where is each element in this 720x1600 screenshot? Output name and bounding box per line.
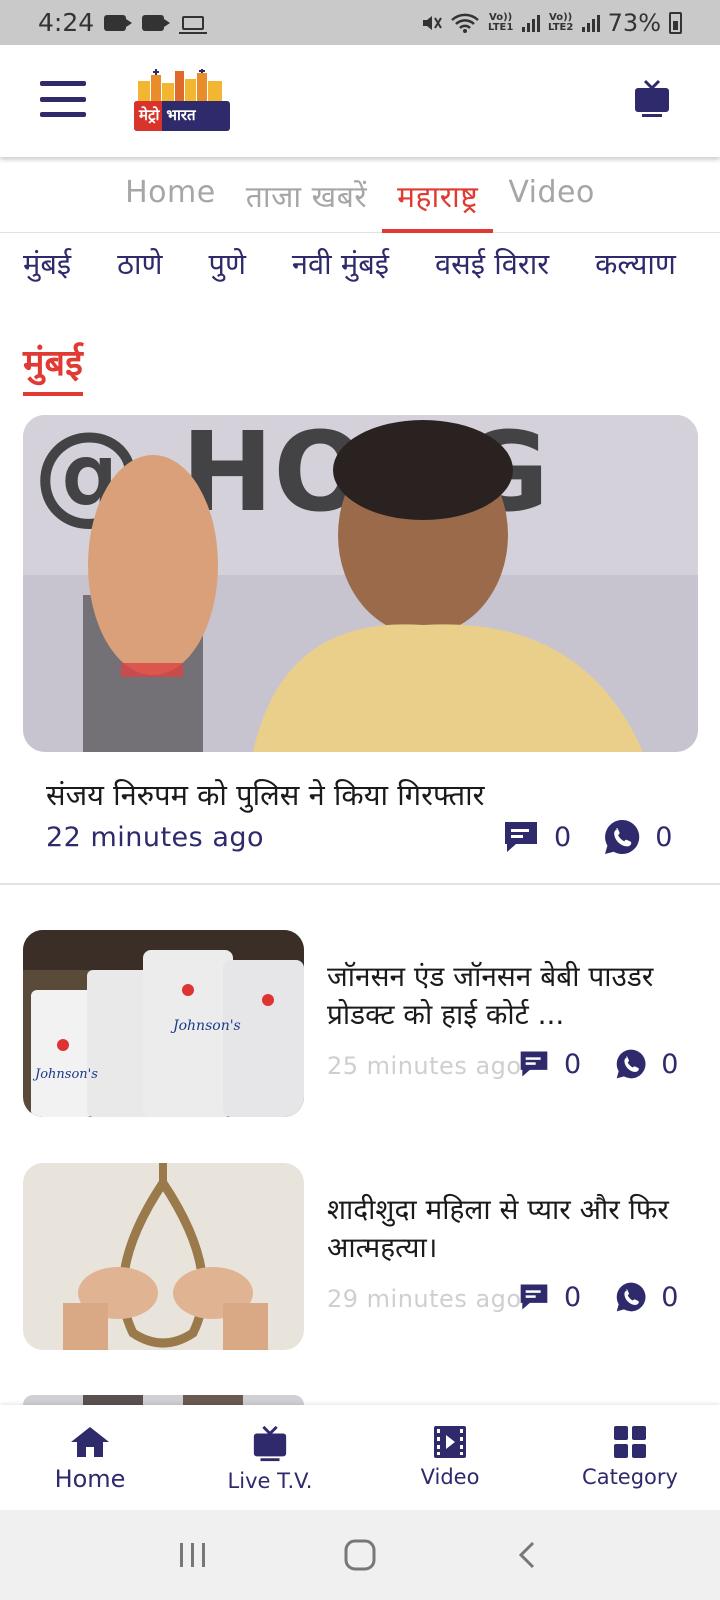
video-camera-icon-2: [142, 14, 171, 31]
section-divider: [0, 883, 720, 885]
nav-video-label: Video: [420, 1465, 480, 1489]
featured-share-count: 0: [655, 821, 673, 853]
article-2-time: 29 minutes ago: [327, 1285, 522, 1313]
status-bar: 4:24 Vo)) LTE1 Vo)) LTE2 73%: [0, 0, 720, 45]
featured-article-time: 22 minutes ago: [46, 822, 265, 853]
nav-home[interactable]: Home: [0, 1405, 180, 1510]
article-2-comment-count: 0: [564, 1281, 582, 1313]
logo-text-bharat: भारत: [166, 106, 196, 124]
article-1-comments[interactable]: 0: [518, 1049, 581, 1080]
article-2-title[interactable]: शादीशुदा महिला से प्यार और फिर आत्महत्या…: [327, 1191, 682, 1267]
section-title: मुंबई: [23, 337, 83, 396]
city-subtabs: मुंबई ठाणे पुणे नवी मुंबई वसई विरार कल्य…: [23, 244, 720, 284]
featured-article-image[interactable]: @ HONG: [23, 415, 698, 752]
article-1-time: 25 minutes ago: [327, 1052, 522, 1080]
tab-maharashtra[interactable]: महाराष्ट्र: [382, 157, 494, 233]
nav-category[interactable]: Category: [540, 1405, 720, 1510]
subtab-kalyan[interactable]: कल्याण: [595, 244, 676, 284]
app-logo[interactable]: मेट्रो भारत: [134, 69, 231, 131]
article-1-stats: 0 0: [518, 1048, 678, 1080]
tab-home[interactable]: Home: [110, 157, 231, 233]
tv-icon: [253, 1425, 287, 1462]
battery-percent: 73%: [607, 8, 661, 37]
featured-whatsapp-share[interactable]: 0: [603, 818, 672, 856]
comment-icon: [505, 822, 537, 852]
video-icon: [434, 1426, 466, 1458]
article-1-thumbnail[interactable]: Johnson's Johnson's: [23, 930, 304, 1117]
signal-1-icon: [521, 14, 540, 32]
whatsapp-icon: [616, 1049, 646, 1079]
article-2-share-count: 0: [661, 1281, 679, 1313]
bottom-navigation: Home Live T.V. Video Category: [0, 1405, 720, 1510]
nav-live-tv[interactable]: Live T.V.: [180, 1405, 360, 1510]
system-navigation-bar: [0, 1510, 720, 1600]
tab-video[interactable]: Video: [493, 157, 610, 233]
subtab-navi-mumbai[interactable]: नवी मुंबई: [292, 244, 389, 284]
whatsapp-icon: [616, 1282, 646, 1312]
home-icon: [71, 1427, 109, 1457]
comment-icon: [520, 1284, 548, 1310]
skyline-icon: [138, 69, 222, 103]
article-1-whatsapp-share[interactable]: 0: [615, 1048, 678, 1080]
tab-latest-news[interactable]: ताजा खबरें: [231, 157, 382, 233]
subtab-vasai-virar[interactable]: वसई विरार: [435, 244, 549, 284]
app-header: मेट्रो भारत: [0, 45, 720, 157]
article-2-thumbnail[interactable]: [23, 1163, 304, 1350]
svg-text:Johnson's: Johnson's: [170, 1018, 241, 1034]
article-2-comments[interactable]: 0: [518, 1282, 581, 1313]
featured-article-stats: 0 0: [502, 818, 672, 856]
laptop-icon: [179, 15, 208, 34]
main-tabs: Home ताजा खबरें महाराष्ट्र Video: [0, 157, 720, 233]
whatsapp-icon: [605, 819, 640, 854]
featured-comments[interactable]: 0: [502, 819, 571, 855]
battery-icon: [669, 11, 682, 34]
video-camera-icon: [104, 14, 133, 31]
recent-apps-icon[interactable]: [163, 1530, 223, 1580]
subtab-mumbai[interactable]: मुंबई: [23, 244, 71, 284]
sim2-label: Vo)) LTE2: [547, 11, 574, 33]
nav-home-label: Home: [54, 1465, 126, 1493]
signal-2-icon: [581, 14, 600, 32]
featured-comment-count: 0: [554, 821, 572, 853]
status-time: 4:24: [38, 8, 95, 37]
home-button-icon[interactable]: [330, 1530, 390, 1580]
hamburger-menu-icon[interactable]: [40, 81, 86, 117]
article-2-stats: 0 0: [518, 1281, 678, 1313]
nav-category-label: Category: [582, 1465, 678, 1489]
article-1-share-count: 0: [661, 1048, 679, 1080]
nav-live-tv-label: Live T.V.: [227, 1469, 313, 1493]
featured-article-title[interactable]: संजय निरुपम को पुलिस ने किया गिरफ्तार: [46, 775, 485, 814]
subtab-thane[interactable]: ठाणे: [117, 244, 162, 284]
back-icon[interactable]: [497, 1530, 557, 1580]
article-2-whatsapp-share[interactable]: 0: [615, 1281, 678, 1313]
logo-text-metro: मेट्रो: [134, 101, 163, 131]
grid-icon: [614, 1426, 646, 1458]
sim1-label: Vo)) LTE1: [487, 11, 514, 33]
comment-icon: [520, 1051, 548, 1077]
mute-icon: [422, 15, 442, 30]
live-tv-icon[interactable]: [634, 79, 670, 119]
svg-text:Johnson's: Johnson's: [32, 1067, 98, 1082]
subtab-pune[interactable]: पुणे: [208, 244, 245, 284]
article-1-comment-count: 0: [564, 1048, 582, 1080]
wifi-icon: [450, 13, 479, 33]
article-1-title[interactable]: जॉनसन एंड जॉनसन बेबी पाउडर प्रोडक्ट को ह…: [327, 958, 682, 1034]
nav-video[interactable]: Video: [360, 1405, 540, 1510]
